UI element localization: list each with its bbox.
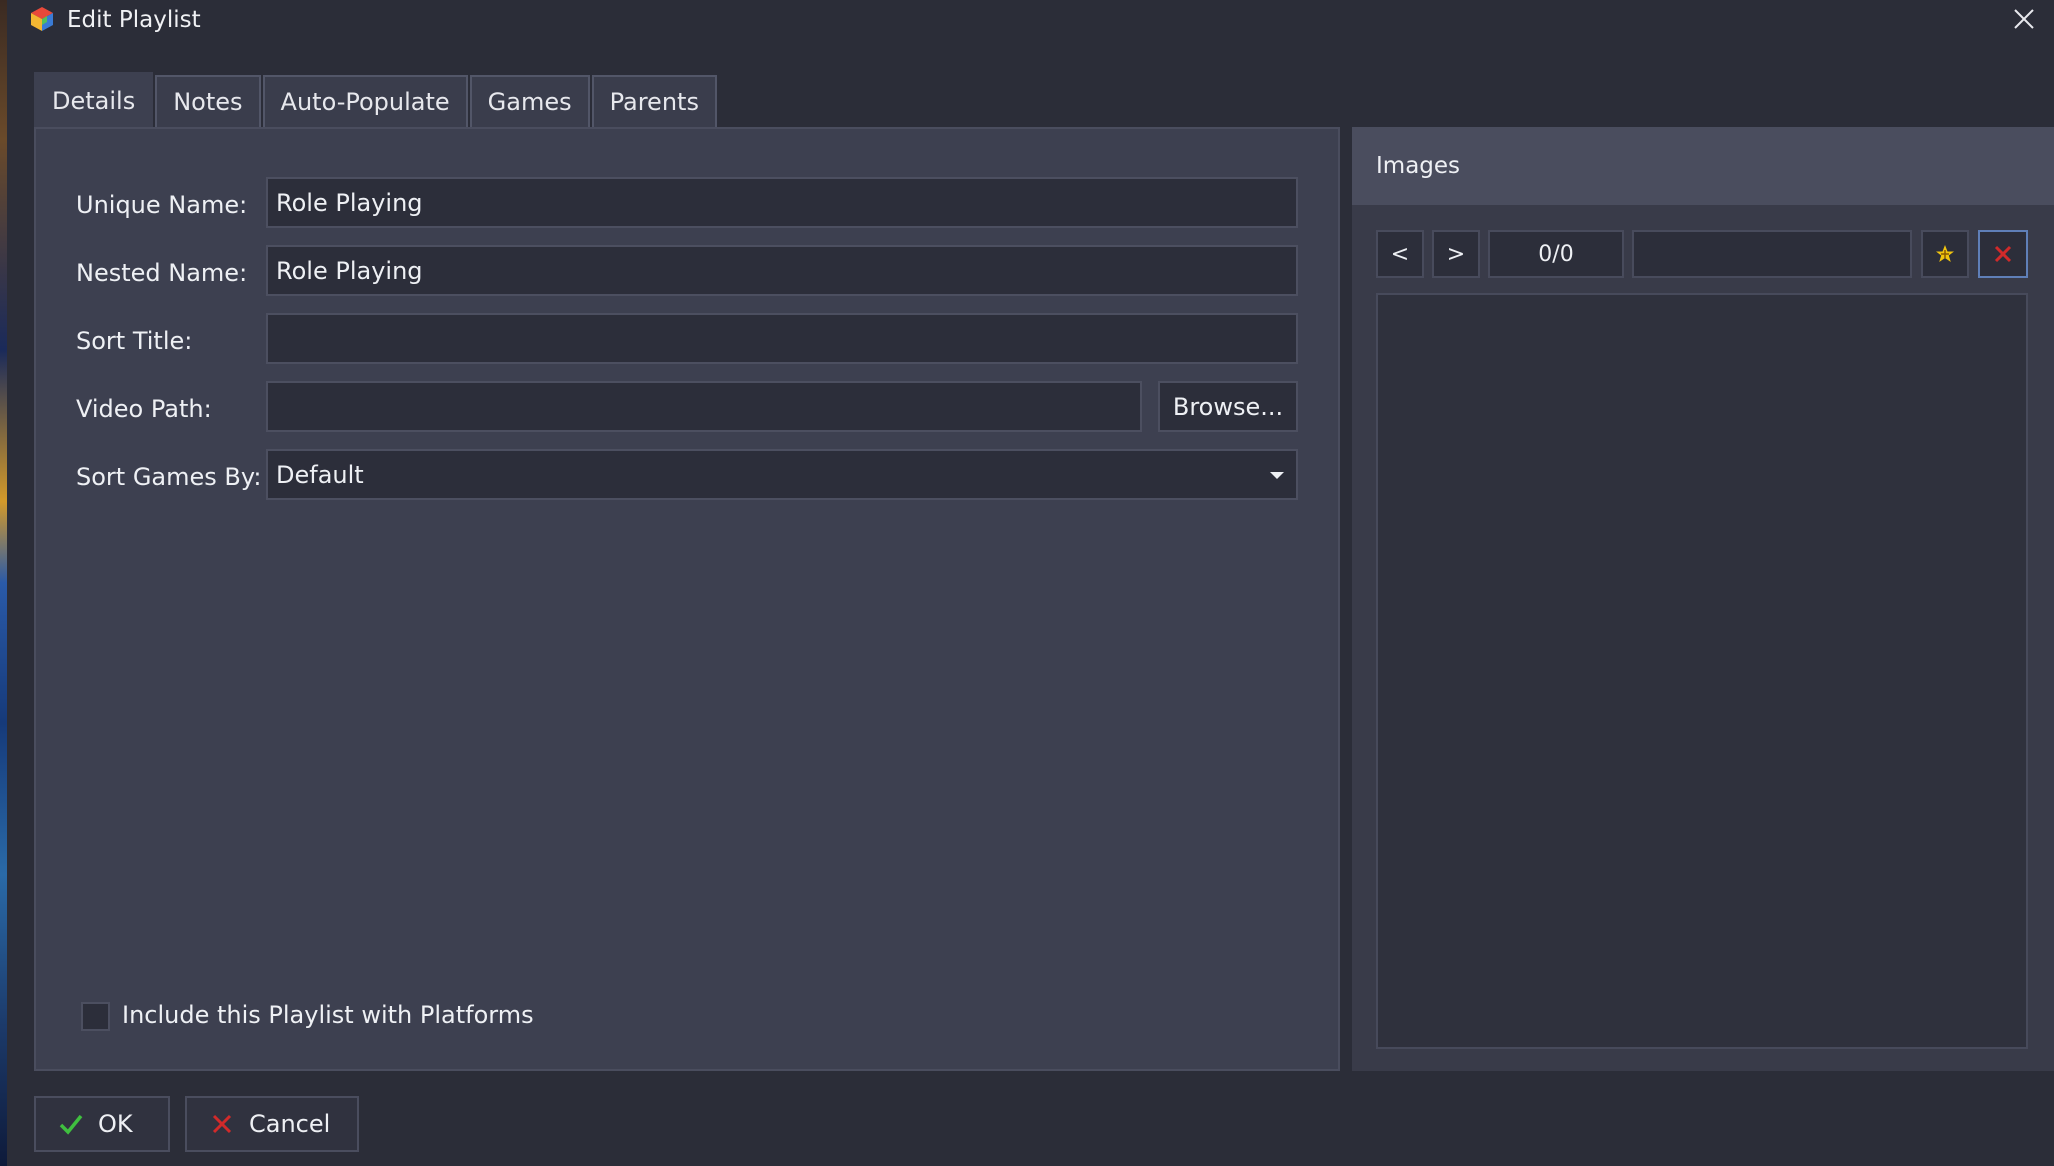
tab-parents[interactable]: Parents [591,75,717,127]
window-title: Edit Playlist [67,7,201,33]
sort-games-by-label: Sort Games By: [76,463,262,491]
tab-auto-populate[interactable]: Auto-Populate [262,75,468,127]
include-platforms-checkbox[interactable] [81,1002,110,1031]
ok-label: OK [98,1110,133,1138]
tab-bar: Details Notes Auto-Populate Games Parent… [34,72,719,127]
nested-name-label: Nested Name: [76,259,248,287]
delete-image-button[interactable] [1978,230,2028,278]
delete-x-icon [1994,245,2012,263]
unique-name-input[interactable]: Role Playing [266,177,1298,228]
sort-games-by-select[interactable]: Default [266,449,1298,500]
chevron-down-icon [1270,472,1284,479]
image-preview-area [1376,293,2028,1049]
tab-games[interactable]: Games [469,75,590,127]
checkmark-icon [58,1111,84,1137]
images-title: Images [1376,153,1461,179]
close-button[interactable] [2009,4,2039,34]
images-header: Images [1352,127,2054,205]
sort-games-by-value: Default [276,460,364,489]
include-platforms-label: Include this Playlist with Platforms [122,1001,534,1029]
cancel-label: Cancel [249,1110,331,1138]
title-bar: Edit Playlist [7,0,2054,40]
tab-notes[interactable]: Notes [155,75,261,127]
image-counter: 0/0 [1488,230,1624,278]
sort-title-input[interactable] [266,313,1298,364]
next-image-button[interactable]: > [1432,230,1480,278]
images-panel: Images < > 0/0 [1352,127,2054,1071]
add-image-button[interactable] [1921,230,1969,278]
desktop-background-strip [0,0,7,1166]
tab-details[interactable]: Details [34,72,154,127]
add-star-icon [1936,245,1954,262]
cancel-x-icon [209,1111,235,1137]
close-icon [2014,9,2034,29]
ok-button[interactable]: OK [34,1096,170,1152]
nested-name-input[interactable]: Role Playing [266,245,1298,296]
edit-playlist-dialog: Edit Playlist Details Notes Auto-Populat… [7,0,2054,1166]
browse-button[interactable]: Browse... [1158,381,1298,432]
launchbox-app-icon [29,6,55,32]
unique-name-label: Unique Name: [76,191,248,219]
image-type-field[interactable] [1632,230,1912,278]
previous-image-button[interactable]: < [1376,230,1424,278]
details-panel: Unique Name: Role Playing Nested Name: R… [34,127,1340,1071]
cancel-button[interactable]: Cancel [185,1096,359,1152]
video-path-label: Video Path: [76,395,212,423]
sort-title-label: Sort Title: [76,327,193,355]
video-path-input[interactable] [266,381,1142,432]
